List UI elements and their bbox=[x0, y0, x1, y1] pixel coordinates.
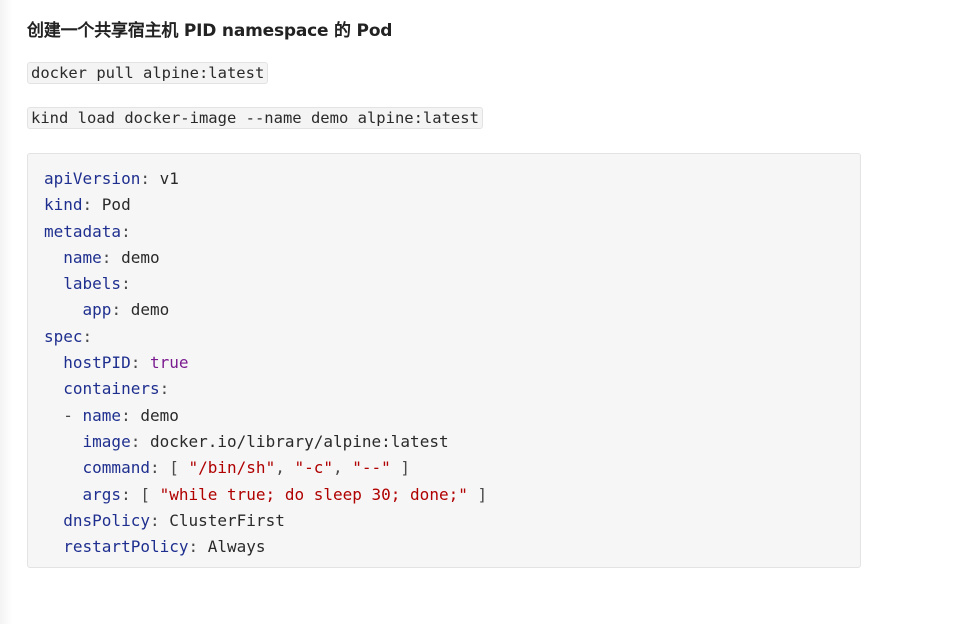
yaml-dnspolicy-value: ClusterFirst bbox=[169, 510, 285, 530]
code-line-restartpolicy: restartPolicy: Always bbox=[63, 537, 266, 557]
docker-pull-command: docker pull alpine:latest bbox=[27, 62, 269, 84]
kind-load-command: kind load docker-image --name demo alpin… bbox=[27, 107, 483, 129]
yaml-command-arg-0: "/bin/sh" bbox=[188, 458, 276, 478]
yaml-restartpolicy-value: Always bbox=[207, 537, 266, 557]
code-line-containers: containers: bbox=[63, 379, 170, 399]
code-line-metadata-name: name: demo bbox=[63, 247, 160, 267]
yaml-args-value: "while true; do sleep 30; done;" bbox=[159, 484, 468, 504]
yaml-code: apiVersion: v1 kind: Pod metadata: name: d… bbox=[44, 166, 844, 560]
code-line-apiversion: apiVersion: v1 bbox=[44, 169, 179, 188]
code-line-container-name: - name: demo bbox=[63, 405, 179, 425]
yaml-metadata-name-value: demo bbox=[121, 247, 160, 267]
yaml-image-value: docker.io/library/alpine:latest bbox=[149, 431, 449, 451]
code-line-dnspolicy: dnsPolicy: ClusterFirst bbox=[63, 510, 285, 530]
code-line-image: image: docker.io/library/alpine:latest bbox=[82, 431, 449, 451]
code-line-labels: labels: bbox=[63, 274, 131, 294]
code-line-spec: spec: bbox=[44, 326, 93, 346]
section-heading: 创建一个共享宿主机 PID namespace 的 Pod bbox=[27, 21, 393, 41]
code-line-labels-app: app: demo bbox=[82, 300, 170, 320]
yaml-command-arg-1: "-c" bbox=[294, 458, 333, 478]
yaml-labels-app-value: demo bbox=[130, 300, 170, 320]
yaml-code-block: apiVersion: v1 kind: Pod metadata: name: d… bbox=[27, 153, 861, 568]
yaml-kind-value: Pod bbox=[101, 195, 131, 215]
code-line-kind: kind: Pod bbox=[44, 195, 131, 215]
page-left-shade bbox=[0, 0, 12, 624]
code-line-args: args: [ "while true; do sleep 30; done;"… bbox=[82, 484, 488, 504]
code-line-hostpid: hostPID: true bbox=[63, 353, 189, 373]
yaml-apiversion-value: v1 bbox=[159, 169, 179, 188]
code-line-command: command: [ "/bin/sh", "-c", "--" ] bbox=[82, 458, 411, 478]
yaml-hostpid-value: true bbox=[149, 353, 189, 373]
code-line-metadata: metadata: bbox=[44, 221, 131, 241]
yaml-container-name-value: demo bbox=[140, 405, 179, 425]
yaml-command-arg-2: "--" bbox=[352, 458, 391, 478]
